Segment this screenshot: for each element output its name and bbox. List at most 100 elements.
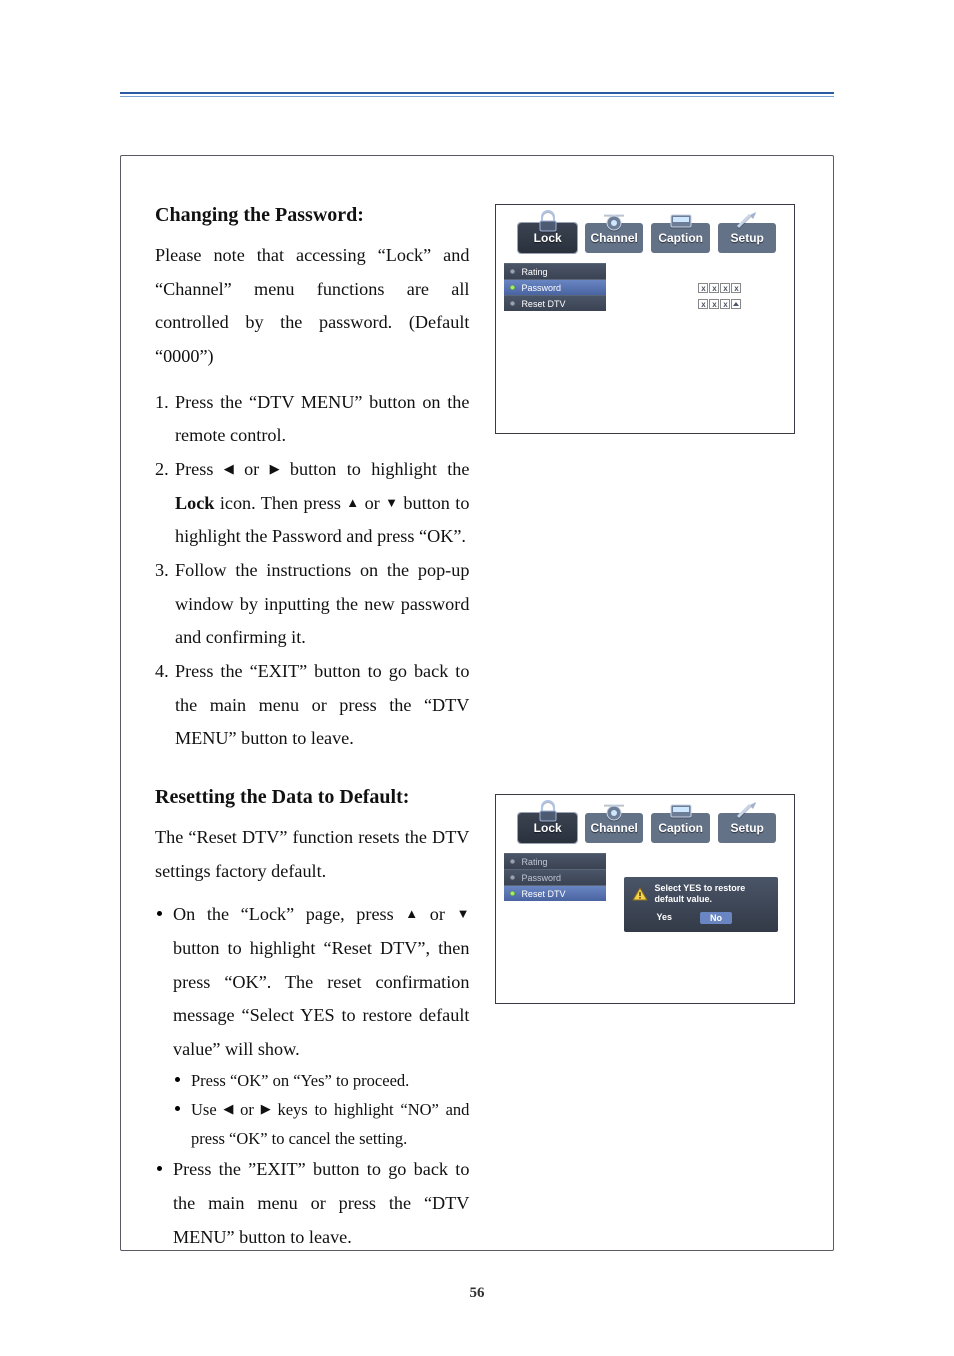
- bullet-icon: [173, 1067, 191, 1096]
- field-label: Confirm again: [624, 299, 698, 309]
- side-label: Rating: [521, 267, 547, 277]
- bullet-icon: [155, 1153, 173, 1254]
- step-1-text: Press the “DTV MENU” button on the remot…: [175, 386, 469, 453]
- caption-icon: [666, 209, 696, 233]
- dialog-yes: Yes: [656, 912, 672, 924]
- dialog-message: Select YES to restore default value.: [654, 883, 745, 906]
- channel-icon: [599, 209, 629, 233]
- step-2-frag-f: or: [359, 493, 385, 513]
- tab-label: Channel: [591, 821, 638, 835]
- bullet-icon: [155, 898, 173, 1066]
- side-label: Password: [521, 873, 561, 883]
- heading-changing-password: Changing the Password:: [155, 204, 469, 227]
- b1-frag-b: or: [418, 904, 456, 924]
- step-2-text: Press ◀ or ▶ button to highlight the Loc…: [175, 453, 469, 554]
- b1-frag-c: button to highlight “Reset DTV”, then pr…: [173, 938, 469, 1059]
- osd-side-item-rating: Rating: [504, 263, 606, 279]
- step-2-lock-word: Lock: [175, 493, 214, 513]
- tab-label: Channel: [591, 231, 638, 245]
- step-3-text: Follow the instructions on the pop-up wi…: [175, 554, 469, 655]
- channel-icon: [599, 799, 629, 823]
- pwd-char-box: x: [709, 299, 719, 309]
- osd-tab-caption: Caption: [651, 813, 710, 843]
- content-frame: Changing the Password: Please note that …: [120, 155, 834, 1251]
- osd-field-new-password: New Password x x x x: [624, 281, 772, 295]
- tab-label: Lock: [534, 821, 562, 835]
- dialog-line-2: default value.: [654, 894, 712, 904]
- page-number: 56: [0, 1285, 954, 1302]
- side-label: Reset DTV: [521, 299, 565, 309]
- tab-label: Setup: [731, 821, 764, 835]
- down-arrow-icon: ▼: [385, 496, 398, 509]
- right-arrow-icon: ▶: [270, 462, 280, 475]
- osd-side-item-reset: Reset DTV: [504, 885, 606, 901]
- osd-tab-lock: Lock: [518, 223, 577, 253]
- warning-icon: [632, 887, 648, 901]
- tab-label: Caption: [658, 821, 703, 835]
- step-number: 4.: [155, 655, 175, 756]
- up-arrow-icon: ▲: [405, 907, 418, 920]
- step-2-frag-c: button to highlight the: [280, 459, 470, 479]
- left-arrow-icon: ◀: [224, 462, 234, 475]
- field-label: New Password: [624, 283, 698, 293]
- osd-screenshot-password: Lock Channel Caption: [495, 204, 795, 434]
- dialog-line-1: Select YES to restore: [654, 883, 745, 893]
- osd-screenshot-reset: Lock Channel Caption: [495, 794, 795, 1004]
- left-arrow-icon: ◀: [223, 1102, 233, 1115]
- bullet-use-arrows-no: Use ◀ or ▶ keys to highlight “NO” and pr…: [191, 1096, 469, 1154]
- header-rule-sub: [120, 96, 834, 97]
- osd-field-confirm: Confirm again x x x: [624, 297, 772, 311]
- heading-resetting-default: Resetting the Data to Default:: [155, 786, 469, 809]
- pwd-char-box: x: [720, 299, 730, 309]
- osd-side-item-password: Password: [504, 869, 606, 885]
- step-2-frag-e: icon. Then press: [214, 493, 346, 513]
- tab-label: Lock: [534, 231, 562, 245]
- bullet-onlock-text: On the “Lock” page, press ▲ or ▼ button …: [173, 898, 469, 1066]
- osd-side-item-password: Password: [504, 279, 606, 295]
- osd-tab-setup: Setup: [718, 223, 777, 253]
- b1-frag-a: On the “Lock” page, press: [173, 904, 405, 924]
- bullet-press-exit: Press the ”EXIT” button to go back to th…: [173, 1153, 469, 1254]
- pwd-char-box: x: [731, 283, 741, 293]
- tab-label: Setup: [731, 231, 764, 245]
- step-number: 1.: [155, 386, 175, 453]
- header-rule: [120, 92, 834, 94]
- tab-label: Caption: [658, 231, 703, 245]
- osd-tab-caption: Caption: [651, 223, 710, 253]
- pwd-char-box: x: [698, 299, 708, 309]
- side-label: Password: [521, 283, 561, 293]
- lock-icon: [533, 209, 563, 233]
- b3-frag-b: or: [233, 1100, 260, 1119]
- osd-tab-channel: Channel: [585, 813, 644, 843]
- osd-tab-setup: Setup: [718, 813, 777, 843]
- dialog-no: No: [700, 912, 732, 924]
- para-intro-2: The “Reset DTV” function resets the DTV …: [155, 821, 469, 888]
- caption-icon: [666, 799, 696, 823]
- osd-side-item-reset: Reset DTV: [504, 295, 606, 311]
- right-arrow-icon: ▶: [261, 1102, 271, 1115]
- pwd-cursor-box: [731, 299, 741, 309]
- step-number: 3.: [155, 554, 175, 655]
- pwd-char-box: x: [709, 283, 719, 293]
- step-2-frag-b: or: [234, 459, 270, 479]
- osd-tab-channel: Channel: [585, 223, 644, 253]
- para-intro-1: Please note that accessing “Lock” and “C…: [155, 239, 469, 374]
- down-arrow-icon: ▼: [457, 907, 470, 920]
- bullet-press-ok-yes: Press “OK” on “Yes” to proceed.: [191, 1067, 469, 1096]
- bullet-icon: [173, 1096, 191, 1154]
- osd-confirm-dialog: Select YES to restore default value. Yes…: [624, 877, 778, 932]
- setup-icon: [732, 799, 762, 823]
- up-arrow-icon: ▲: [346, 496, 359, 509]
- step-4-text: Press the “EXIT” button to go back to th…: [175, 655, 469, 756]
- setup-icon: [732, 209, 762, 233]
- osd-tab-lock: Lock: [518, 813, 577, 843]
- step-number: 2.: [155, 453, 175, 554]
- step-2-frag-a: Press: [175, 459, 224, 479]
- pwd-char-box: x: [698, 283, 708, 293]
- side-label: Rating: [521, 857, 547, 867]
- b3-frag-a: Use: [191, 1100, 223, 1119]
- side-label: Reset DTV: [521, 889, 565, 899]
- osd-side-item-rating: Rating: [504, 853, 606, 869]
- pwd-char-box: x: [720, 283, 730, 293]
- lock-icon: [533, 799, 563, 823]
